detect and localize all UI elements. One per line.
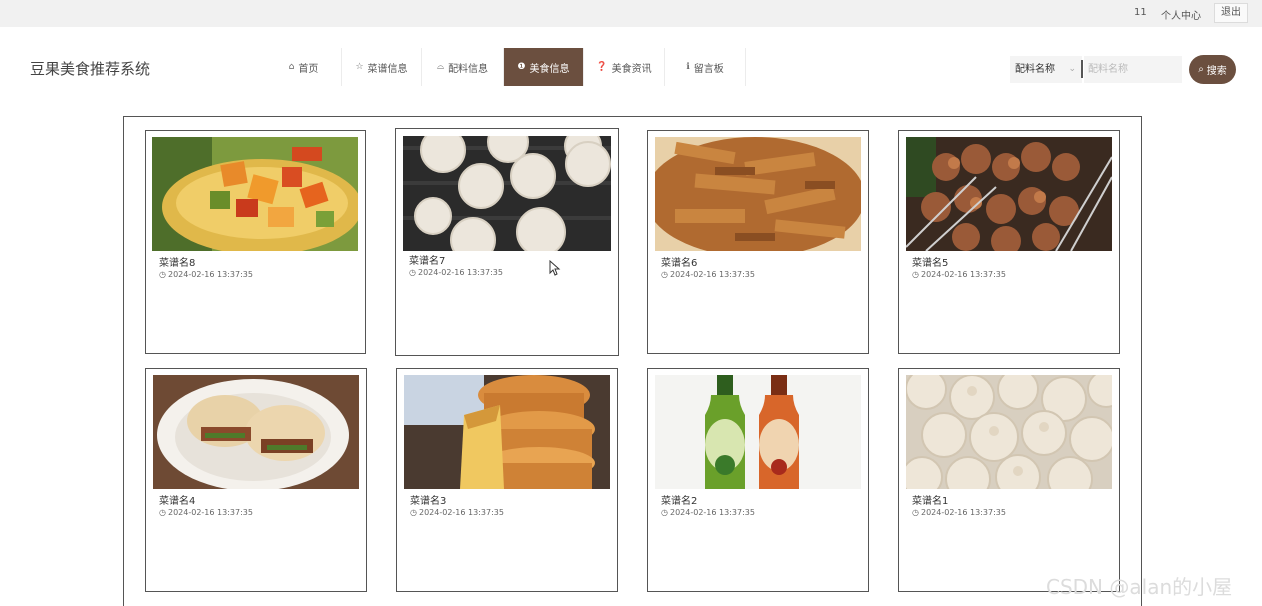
nav-item-label: 美食资讯 bbox=[611, 63, 652, 75]
logout-button[interactable]: 退出 bbox=[1214, 3, 1248, 23]
roujiamo-photo bbox=[153, 375, 359, 489]
card-date: ◷ 2024-02-16 13:37:35 bbox=[912, 270, 1006, 279]
mouse-cursor-icon bbox=[549, 260, 561, 276]
card-title: 菜谱名1 bbox=[912, 496, 949, 507]
food-card[interactable]: 菜谱名1 ◷ 2024-02-16 13:37:35 bbox=[898, 368, 1120, 592]
card-title: 菜谱名4 bbox=[159, 496, 196, 507]
card-title: 菜谱名6 bbox=[661, 258, 698, 269]
mooncake-tray-photo bbox=[403, 136, 611, 251]
text-caret bbox=[1081, 60, 1083, 78]
card-title: 菜谱名5 bbox=[912, 258, 949, 269]
main-nav: ⌂ 首页 ☆ 菜谱信息 ⌓ 配料信息 ❶ 美食信息 ❓ 美食资讯 ℹ 留言板 bbox=[266, 48, 746, 86]
card-date: ◷ 2024-02-16 13:37:35 bbox=[661, 270, 755, 279]
nav-item-recipes[interactable]: ☆ 菜谱信息 bbox=[342, 48, 422, 86]
site-title: 豆果美食推荐系统 bbox=[30, 60, 151, 78]
egg-tarts-photo bbox=[404, 375, 610, 489]
card-date: ◷ 2024-02-16 13:37:35 bbox=[409, 268, 503, 277]
watermark: CSDN @alan的小屋 bbox=[1046, 575, 1233, 599]
clock-icon: ◷ bbox=[661, 270, 668, 279]
info-icon: ℹ bbox=[686, 62, 690, 72]
food-card[interactable]: 菜谱名3 ◷ 2024-02-16 13:37:35 bbox=[396, 368, 618, 592]
clock-icon: ◷ bbox=[410, 508, 417, 517]
card-title: 菜谱名3 bbox=[410, 496, 447, 507]
chevron-down-icon: ⌄ bbox=[1068, 64, 1076, 74]
home-icon: ⌂ bbox=[288, 62, 295, 72]
search-select-value: 配料名称 bbox=[1015, 64, 1055, 75]
clock-icon: ◷ bbox=[159, 270, 166, 279]
search-icon: ⌕ bbox=[1198, 64, 1204, 75]
dumplings-photo bbox=[906, 375, 1112, 489]
clock-icon: ◷ bbox=[912, 508, 919, 517]
card-date: ◷ 2024-02-16 13:37:35 bbox=[410, 508, 504, 517]
card-date: ◷ 2024-02-16 13:37:35 bbox=[159, 508, 253, 517]
search-field-select[interactable]: 配料名称 ⌄ bbox=[1010, 56, 1082, 83]
search-button-label: 搜索 bbox=[1206, 66, 1227, 77]
braised-meat-photo bbox=[655, 137, 861, 251]
nav-item-message-board[interactable]: ℹ 留言板 bbox=[665, 48, 746, 86]
bag-icon: ⌓ bbox=[436, 62, 445, 72]
nav-item-label: 配料信息 bbox=[448, 63, 489, 75]
nav-item-label: 美食信息 bbox=[529, 63, 570, 75]
question-icon: ❓ bbox=[596, 62, 608, 72]
food-card[interactable]: 菜谱名2 ◷ 2024-02-16 13:37:35 bbox=[647, 368, 869, 592]
search-button[interactable]: ⌕ 搜索 bbox=[1189, 55, 1236, 84]
nav-item-label: 首页 bbox=[298, 63, 319, 75]
user-center-link[interactable]: 个人中心 bbox=[1161, 7, 1201, 22]
food-card[interactable]: 菜谱名7 ◷ 2024-02-16 13:37:35 bbox=[395, 128, 619, 356]
card-date: ◷ 2024-02-16 13:37:35 bbox=[661, 508, 755, 517]
star-icon: ☆ bbox=[355, 62, 364, 72]
meat-skewers-photo bbox=[906, 137, 1112, 251]
nav-item-food-news[interactable]: ❓ 美食资讯 bbox=[584, 48, 665, 86]
card-title: 菜谱名8 bbox=[159, 258, 196, 269]
food-card[interactable]: 菜谱名4 ◷ 2024-02-16 13:37:35 bbox=[145, 368, 367, 592]
juice-bottles-photo bbox=[655, 375, 861, 489]
food-card[interactable]: 菜谱名6 ◷ 2024-02-16 13:37:35 bbox=[647, 130, 869, 354]
pineapple-stirfry-photo bbox=[152, 137, 359, 251]
top-bar: 11 个人中心 退出 bbox=[0, 0, 1262, 27]
card-title: 菜谱名7 bbox=[409, 256, 446, 267]
search-input[interactable] bbox=[1084, 56, 1182, 83]
card-date: ◷ 2024-02-16 13:37:35 bbox=[912, 508, 1006, 517]
food-card[interactable]: 菜谱名8 ◷ 2024-02-16 13:37:35 bbox=[145, 130, 366, 354]
clock-icon: ◷ bbox=[409, 268, 416, 277]
user-id: 11 bbox=[1134, 7, 1147, 18]
card-title: 菜谱名2 bbox=[661, 496, 698, 507]
nav-item-food-info[interactable]: ❶ 美食信息 bbox=[504, 48, 584, 86]
nav-item-ingredients[interactable]: ⌓ 配料信息 bbox=[422, 48, 504, 86]
food-card[interactable]: 菜谱名5 ◷ 2024-02-16 13:37:35 bbox=[898, 130, 1120, 354]
nav-item-home[interactable]: ⌂ 首页 bbox=[266, 48, 342, 86]
nav-item-label: 菜谱信息 bbox=[367, 63, 408, 75]
clock-icon: ◷ bbox=[159, 508, 166, 517]
nav-item-label: 留言板 bbox=[693, 63, 724, 75]
info-icon: ❶ bbox=[517, 62, 526, 72]
clock-icon: ◷ bbox=[661, 508, 668, 517]
card-date: ◷ 2024-02-16 13:37:35 bbox=[159, 270, 253, 279]
clock-icon: ◷ bbox=[912, 270, 919, 279]
